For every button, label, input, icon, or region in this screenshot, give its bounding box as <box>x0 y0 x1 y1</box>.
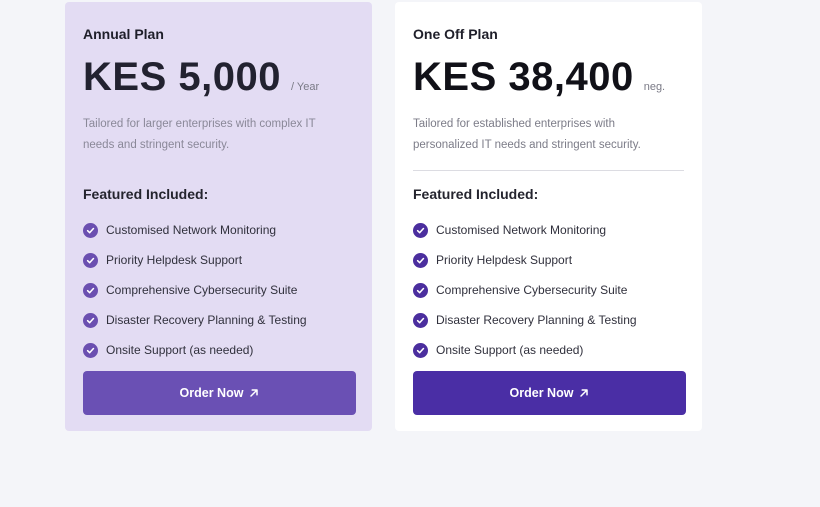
plan-price: KES 5,000 <box>83 55 281 99</box>
plan-description: Tailored for larger enterprises with com… <box>83 118 316 151</box>
feature-item: Priority Helpdesk Support <box>83 245 354 275</box>
arrow-up-right-icon <box>249 388 259 398</box>
plan-name: One Off Plan <box>413 26 498 42</box>
plan-name: Annual Plan <box>83 26 164 42</box>
check-circle-icon <box>413 312 428 328</box>
price-row: KES 5,000 / Year <box>83 54 354 100</box>
features-list: Customised Network Monitoring Priority H… <box>83 215 354 365</box>
feature-label: Disaster Recovery Planning & Testing <box>436 313 637 327</box>
order-now-button[interactable]: Order Now <box>413 371 686 415</box>
feature-item: Priority Helpdesk Support <box>413 245 684 275</box>
plan-description: Tailored for established enterprises wit… <box>413 118 641 151</box>
feature-item: Comprehensive Cybersecurity Suite <box>413 275 684 305</box>
check-circle-icon <box>83 252 98 268</box>
plan-price: KES 38,400 <box>413 55 634 99</box>
feature-item: Onsite Support (as needed) <box>413 335 684 365</box>
check-circle-icon <box>83 222 98 238</box>
divider <box>83 170 354 171</box>
pricing-card-annual: Annual Plan KES 5,000 / Year Tailored fo… <box>65 2 372 431</box>
feature-item: Customised Network Monitoring <box>83 215 354 245</box>
check-circle-icon <box>83 342 98 358</box>
feature-label: Disaster Recovery Planning & Testing <box>106 313 307 327</box>
divider <box>413 170 684 171</box>
check-circle-icon <box>413 282 428 298</box>
feature-item: Onsite Support (as needed) <box>83 335 354 365</box>
feature-label: Comprehensive Cybersecurity Suite <box>106 283 298 297</box>
feature-label: Onsite Support (as needed) <box>106 343 254 357</box>
feature-item: Disaster Recovery Planning & Testing <box>413 305 684 335</box>
order-now-label: Order Now <box>179 386 244 400</box>
feature-label: Customised Network Monitoring <box>436 223 607 237</box>
feature-item: Customised Network Monitoring <box>413 215 684 245</box>
check-circle-icon <box>83 282 98 298</box>
feature-label: Priority Helpdesk Support <box>436 253 573 267</box>
pricing-card-one-off: One Off Plan KES 38,400 neg. Tailored fo… <box>395 2 702 431</box>
check-circle-icon <box>413 342 428 358</box>
order-now-button[interactable]: Order Now <box>83 371 356 415</box>
check-circle-icon <box>413 222 428 238</box>
order-now-label: Order Now <box>509 386 574 400</box>
arrow-up-right-icon <box>579 388 589 398</box>
feature-item: Disaster Recovery Planning & Testing <box>83 305 354 335</box>
check-circle-icon <box>413 252 428 268</box>
plan-period: neg. <box>643 81 666 93</box>
plan-period: / Year <box>290 81 320 93</box>
feature-label: Onsite Support (as needed) <box>436 343 584 357</box>
features-title: Featured Included: <box>413 186 539 202</box>
price-row: KES 38,400 neg. <box>413 54 684 100</box>
check-circle-icon <box>83 312 98 328</box>
feature-label: Priority Helpdesk Support <box>106 253 243 267</box>
feature-item: Comprehensive Cybersecurity Suite <box>83 275 354 305</box>
features-title: Featured Included: <box>83 186 209 202</box>
features-list: Customised Network Monitoring Priority H… <box>413 215 684 365</box>
feature-label: Comprehensive Cybersecurity Suite <box>436 283 628 297</box>
feature-label: Customised Network Monitoring <box>106 223 277 237</box>
